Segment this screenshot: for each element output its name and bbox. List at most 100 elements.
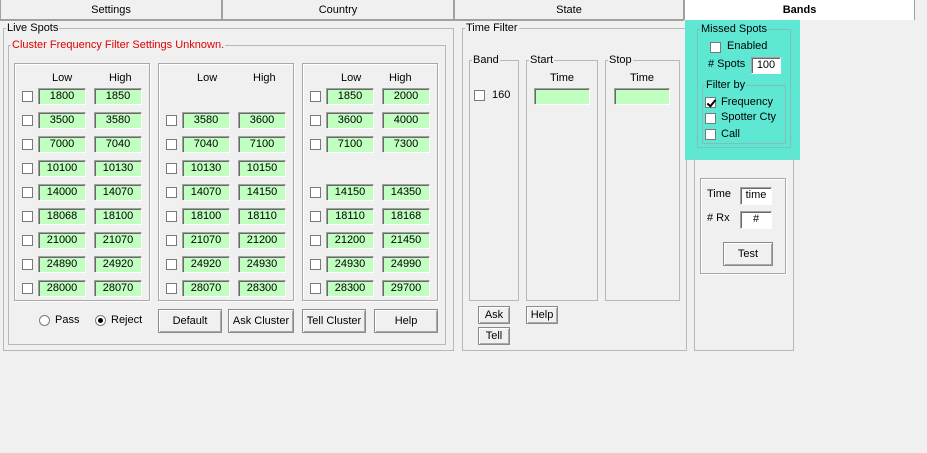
tell-button[interactable]: Tell xyxy=(478,327,510,345)
help-button[interactable]: Help xyxy=(374,309,438,333)
low-freq-field[interactable]: 18100 xyxy=(182,208,230,225)
high-freq-field[interactable]: 21450 xyxy=(382,232,430,249)
time-help-button[interactable]: Help xyxy=(526,306,558,324)
band-checkbox[interactable] xyxy=(166,163,177,174)
pass-radio[interactable] xyxy=(39,315,50,326)
tab-state[interactable]: State xyxy=(454,0,684,20)
high-freq-field[interactable]: 28070 xyxy=(94,280,142,297)
band-checkbox[interactable] xyxy=(166,115,177,126)
start-time-field[interactable] xyxy=(534,88,590,105)
band-checkbox[interactable] xyxy=(310,283,321,294)
low-freq-field[interactable]: 3500 xyxy=(38,112,86,129)
band-checkbox[interactable] xyxy=(310,139,321,150)
tab-bands[interactable]: Bands xyxy=(684,0,915,20)
band-checkbox[interactable] xyxy=(166,211,177,222)
high-freq-field[interactable]: 4000 xyxy=(382,112,430,129)
high-freq-field[interactable]: 7040 xyxy=(94,136,142,153)
band-checkbox[interactable] xyxy=(166,235,177,246)
stop-time-field[interactable] xyxy=(614,88,670,105)
ask-cluster-button[interactable]: Ask Cluster xyxy=(228,309,294,333)
low-freq-field[interactable]: 24930 xyxy=(326,256,374,273)
enabled-checkbox[interactable] xyxy=(710,42,721,53)
enabled-label: Enabled xyxy=(727,40,768,52)
low-freq-field[interactable]: 3600 xyxy=(326,112,374,129)
high-freq-field[interactable]: 24990 xyxy=(382,256,430,273)
spots-count-input[interactable]: 100 xyxy=(751,57,781,74)
low-freq-field[interactable]: 18110 xyxy=(326,208,374,225)
low-freq-field[interactable]: 18068 xyxy=(38,208,86,225)
band-checkbox[interactable] xyxy=(22,283,33,294)
spotter-cty-checkbox[interactable] xyxy=(705,113,716,124)
test-button[interactable]: Test xyxy=(723,242,773,266)
test-rx-input[interactable]: # xyxy=(740,211,772,229)
low-freq-field[interactable]: 14000 xyxy=(38,184,86,201)
high-freq-field[interactable]: 21070 xyxy=(94,232,142,249)
band-checkbox[interactable] xyxy=(310,211,321,222)
low-freq-field[interactable]: 28300 xyxy=(326,280,374,297)
tab-country[interactable]: Country xyxy=(222,0,454,20)
high-freq-field[interactable]: 24930 xyxy=(238,256,286,273)
high-freq-field[interactable]: 18168 xyxy=(382,208,430,225)
call-checkbox[interactable] xyxy=(705,129,716,140)
band-checkbox[interactable] xyxy=(166,283,177,294)
band-checkbox[interactable] xyxy=(310,259,321,270)
band-checkbox[interactable] xyxy=(22,259,33,270)
band-checkbox[interactable] xyxy=(22,91,33,102)
low-freq-field[interactable]: 24890 xyxy=(38,256,86,273)
ask-button[interactable]: Ask xyxy=(478,306,510,324)
high-freq-field[interactable]: 28300 xyxy=(238,280,286,297)
low-freq-field[interactable]: 21070 xyxy=(182,232,230,249)
high-freq-field[interactable]: 21200 xyxy=(238,232,286,249)
low-freq-field[interactable]: 1850 xyxy=(326,88,374,105)
band-checkbox[interactable] xyxy=(310,115,321,126)
high-freq-field[interactable]: 10150 xyxy=(238,160,286,177)
high-freq-field[interactable]: 7300 xyxy=(382,136,430,153)
band-checkbox[interactable] xyxy=(310,91,321,102)
low-freq-field[interactable]: 28000 xyxy=(38,280,86,297)
band-checkbox[interactable] xyxy=(22,163,33,174)
band-checkbox[interactable] xyxy=(22,115,33,126)
low-freq-field[interactable]: 10100 xyxy=(38,160,86,177)
high-freq-field[interactable]: 29700 xyxy=(382,280,430,297)
high-freq-field[interactable]: 10130 xyxy=(94,160,142,177)
tab-settings[interactable]: Settings xyxy=(0,0,222,20)
band-checkbox[interactable] xyxy=(22,235,33,246)
tell-cluster-button[interactable]: Tell Cluster xyxy=(302,309,366,333)
high-freq-field[interactable]: 2000 xyxy=(382,88,430,105)
band-checkbox[interactable] xyxy=(22,211,33,222)
band-checkbox[interactable] xyxy=(166,187,177,198)
band-checkbox[interactable] xyxy=(22,139,33,150)
high-freq-field[interactable]: 14070 xyxy=(94,184,142,201)
high-freq-field[interactable]: 3580 xyxy=(94,112,142,129)
time-band-checkbox[interactable] xyxy=(474,90,485,101)
low-freq-field[interactable]: 7000 xyxy=(38,136,86,153)
low-freq-field[interactable]: 21200 xyxy=(326,232,374,249)
low-freq-field[interactable]: 24920 xyxy=(182,256,230,273)
test-time-input[interactable]: time xyxy=(740,187,772,205)
default-button[interactable]: Default xyxy=(158,309,222,333)
reject-radio[interactable] xyxy=(95,315,106,326)
high-freq-field[interactable]: 1850 xyxy=(94,88,142,105)
low-freq-field[interactable]: 14070 xyxy=(182,184,230,201)
high-freq-field[interactable]: 18110 xyxy=(238,208,286,225)
frequency-checkbox[interactable] xyxy=(705,97,716,108)
low-freq-field[interactable]: 7100 xyxy=(326,136,374,153)
high-freq-field[interactable]: 3600 xyxy=(238,112,286,129)
low-freq-field[interactable]: 14150 xyxy=(326,184,374,201)
high-freq-field[interactable]: 14350 xyxy=(382,184,430,201)
low-freq-field[interactable]: 28070 xyxy=(182,280,230,297)
high-freq-field[interactable]: 14150 xyxy=(238,184,286,201)
low-freq-field[interactable]: 3580 xyxy=(182,112,230,129)
low-freq-field[interactable]: 1800 xyxy=(38,88,86,105)
low-freq-field[interactable]: 7040 xyxy=(182,136,230,153)
high-freq-field[interactable]: 18100 xyxy=(94,208,142,225)
low-freq-field[interactable]: 21000 xyxy=(38,232,86,249)
band-checkbox[interactable] xyxy=(166,139,177,150)
band-checkbox[interactable] xyxy=(310,187,321,198)
low-freq-field[interactable]: 10130 xyxy=(182,160,230,177)
band-checkbox[interactable] xyxy=(166,259,177,270)
band-checkbox[interactable] xyxy=(310,235,321,246)
band-checkbox[interactable] xyxy=(22,187,33,198)
high-freq-field[interactable]: 7100 xyxy=(238,136,286,153)
high-freq-field[interactable]: 24920 xyxy=(94,256,142,273)
